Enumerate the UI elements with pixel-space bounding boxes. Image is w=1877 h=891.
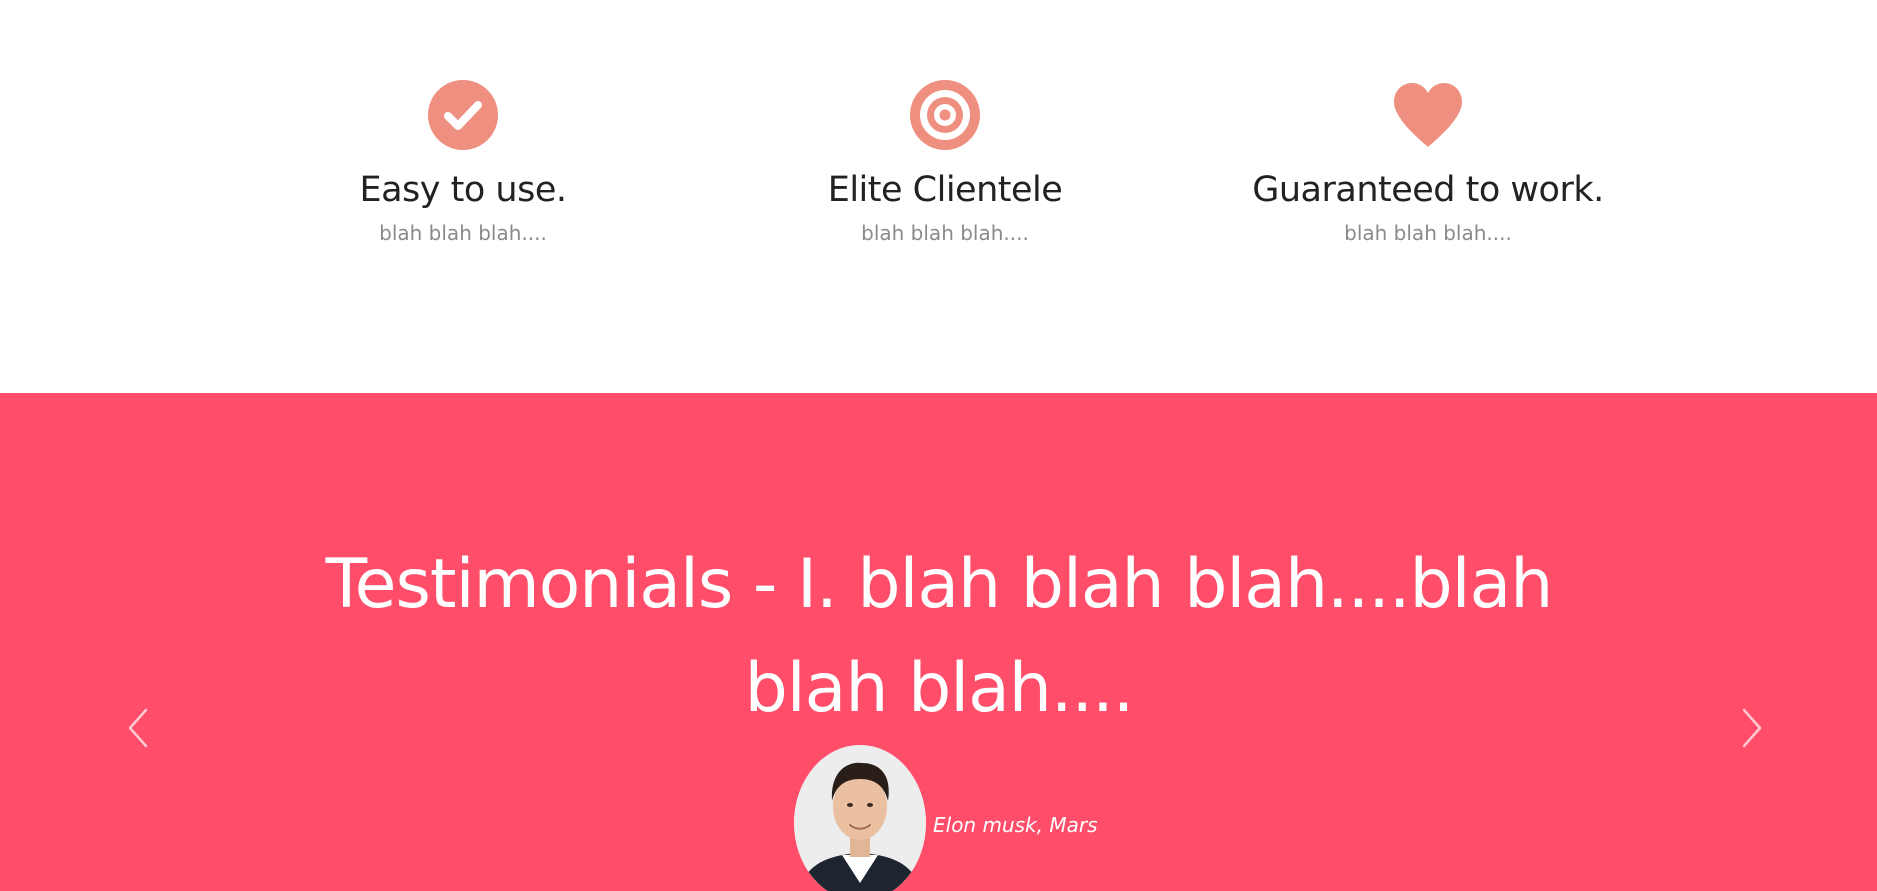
- feature-title: Easy to use.: [359, 170, 567, 210]
- feature-guaranteed-to-work: Guaranteed to work. blah blah blah....: [1218, 78, 1638, 246]
- bullseye-icon: [908, 78, 982, 152]
- feature-description: blah blah blah....: [1344, 221, 1512, 245]
- features-section: Easy to use. blah blah blah.... Elite Cl…: [0, 0, 1877, 393]
- chevron-left-icon: [118, 703, 158, 753]
- heart-icon: [1391, 78, 1465, 152]
- carousel-next-button[interactable]: [1732, 703, 1772, 753]
- feature-easy-to-use: Easy to use. blah blah blah....: [253, 78, 673, 246]
- check-circle-icon: [426, 78, 500, 152]
- feature-title: Elite Clientele: [827, 170, 1063, 210]
- feature-description: blah blah blah....: [861, 221, 1029, 245]
- feature-description: blah blah blah....: [379, 221, 547, 245]
- chevron-right-icon: [1732, 703, 1772, 753]
- testimonials-section: Testimonials - I. blah blah blah....blah…: [0, 393, 1877, 891]
- testimonial-quote: Testimonials - I. blah blah blah....blah…: [325, 545, 1554, 728]
- carousel-prev-button[interactable]: [118, 703, 158, 753]
- author-name: Elon musk, Mars: [933, 813, 1098, 837]
- feature-title: Guaranteed to work.: [1252, 170, 1604, 210]
- feature-elite-clientele: Elite Clientele blah blah blah....: [735, 78, 1155, 246]
- avatar: [794, 745, 926, 891]
